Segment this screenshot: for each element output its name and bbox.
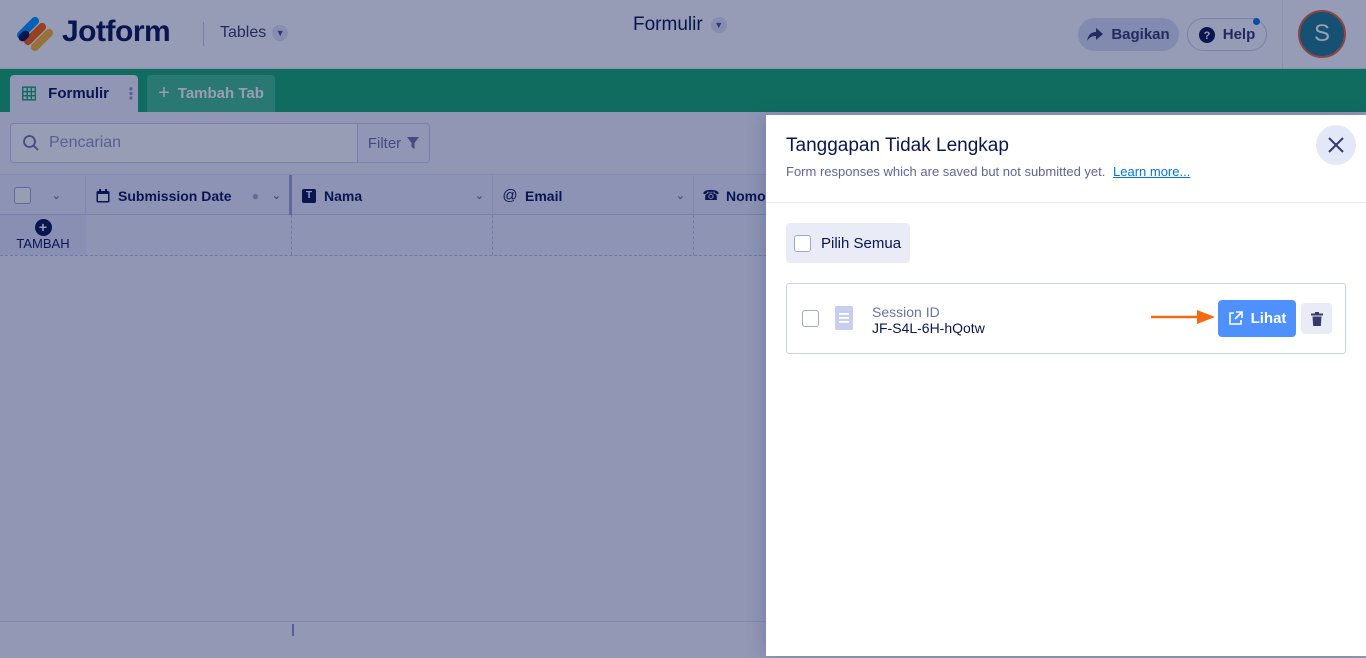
panel-subtitle-text: Form responses which are saved but not s… (786, 164, 1106, 179)
delete-button[interactable] (1301, 303, 1332, 334)
close-button[interactable] (1316, 125, 1356, 165)
select-all-label: Pilih Semua (821, 234, 902, 252)
session-id-label: Session ID (872, 304, 940, 320)
trash-icon (1310, 311, 1323, 326)
session-id-value: JF-S4L-6H-hQotw (872, 320, 985, 336)
view-button[interactable]: Lihat (1218, 300, 1296, 337)
learn-more-link[interactable]: Learn more... (1113, 164, 1190, 179)
submission-entry: Session ID JF-S4L-6H-hQotw Lihat (786, 283, 1346, 354)
arrow-right-icon (1151, 310, 1215, 324)
close-icon (1328, 137, 1344, 153)
entry-checkbox[interactable] (802, 310, 819, 327)
view-label: Lihat (1250, 310, 1287, 327)
panel-subtitle: Form responses which are saved but not s… (786, 164, 1190, 179)
select-all-checkbox[interactable] (794, 234, 811, 252)
document-icon (835, 306, 853, 330)
select-all-button[interactable]: Pilih Semua (786, 223, 910, 263)
incomplete-submissions-panel: Tanggapan Tidak Lengkap Form responses w… (766, 115, 1366, 656)
panel-title: Tanggapan Tidak Lengkap (786, 135, 1009, 156)
external-link-icon (1228, 311, 1243, 325)
panel-divider (766, 202, 1366, 203)
